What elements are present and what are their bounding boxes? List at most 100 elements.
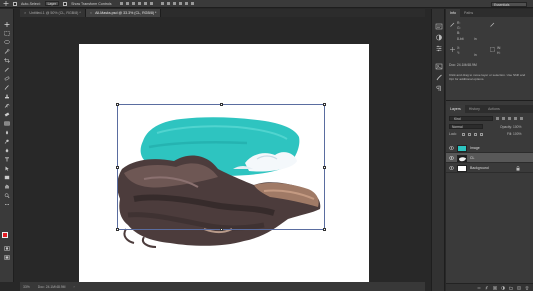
workspace-dropdown[interactable]: Essentials bbox=[491, 1, 527, 7]
tab-layers[interactable]: Layers bbox=[446, 105, 465, 113]
distribute-top-icon[interactable] bbox=[160, 2, 164, 5]
distribute-left-icon[interactable] bbox=[178, 2, 182, 5]
opacity-field[interactable]: Opacity: 100% bbox=[500, 125, 521, 129]
fx-icon[interactable] bbox=[485, 286, 489, 290]
layer-row-background[interactable]: Background bbox=[446, 163, 533, 173]
move-tool[interactable] bbox=[3, 21, 11, 27]
blur-tool[interactable] bbox=[3, 129, 11, 135]
adjustments-panel-button[interactable] bbox=[435, 34, 443, 41]
align-bottom-icon[interactable] bbox=[131, 2, 135, 5]
auto-select-target-dropdown[interactable]: Layer bbox=[44, 1, 60, 6]
adjustment-filter-icon[interactable] bbox=[502, 117, 505, 120]
lock-pixels-icon[interactable] bbox=[468, 132, 471, 136]
distribute-center-icon[interactable] bbox=[184, 2, 188, 5]
pen-tool[interactable] bbox=[3, 147, 11, 153]
trash-icon[interactable] bbox=[525, 285, 529, 290]
fill-field[interactable]: Fill: 100% bbox=[507, 132, 521, 136]
layer-filter-dropdown[interactable]: Kind bbox=[449, 116, 493, 121]
new-layer-icon[interactable] bbox=[517, 285, 521, 290]
layer-row-image[interactable]: Image bbox=[446, 143, 533, 153]
eye-icon[interactable] bbox=[449, 156, 454, 160]
layer-row-cl[interactable]: CL bbox=[446, 153, 533, 163]
tab-actions[interactable]: Actions bbox=[484, 105, 504, 113]
eye-icon[interactable] bbox=[449, 166, 454, 170]
transform-handle[interactable] bbox=[220, 103, 223, 106]
dodge-tool[interactable] bbox=[3, 138, 11, 144]
close-icon[interactable]: × bbox=[90, 9, 92, 17]
add-mask-icon[interactable] bbox=[493, 285, 497, 290]
crop-tool[interactable] bbox=[3, 57, 11, 63]
eyedropper-tool[interactable] bbox=[3, 66, 11, 72]
transform-handle[interactable] bbox=[116, 166, 119, 169]
history-brush-tool[interactable] bbox=[3, 102, 11, 108]
align-left-icon[interactable] bbox=[137, 2, 141, 5]
align-right-icon[interactable] bbox=[149, 2, 153, 5]
foreground-color-swatch[interactable] bbox=[2, 232, 8, 238]
lasso-tool[interactable] bbox=[3, 39, 11, 45]
gradient-tool[interactable] bbox=[3, 120, 11, 126]
tab-info[interactable]: Info bbox=[446, 9, 460, 17]
marquee-tool[interactable] bbox=[3, 30, 11, 36]
align-middle-icon[interactable] bbox=[125, 2, 129, 5]
chevron-right-icon[interactable]: › bbox=[74, 285, 75, 289]
tab-untitled-1[interactable]: × Untitled-1 @ 50% (CL, RGB/8) * bbox=[20, 9, 86, 17]
info-panel-tabs: Info Paths bbox=[446, 9, 533, 17]
transform-handle[interactable] bbox=[220, 228, 223, 231]
transform-handle[interactable] bbox=[323, 103, 326, 106]
shape-tool[interactable] bbox=[3, 174, 11, 180]
lock-all-icon[interactable] bbox=[480, 132, 483, 136]
distribute-bottom-icon[interactable] bbox=[172, 2, 176, 5]
glyphs-panel-button[interactable] bbox=[435, 85, 443, 92]
properties-panel-button[interactable] bbox=[435, 45, 443, 52]
brushes-panel-button[interactable] bbox=[435, 74, 443, 81]
shape-filter-icon[interactable] bbox=[514, 117, 517, 120]
tab-all-masks[interactable]: × All-Masks.psd @ 33.3% (CL, RGB/8) * bbox=[85, 9, 162, 17]
eye-icon[interactable] bbox=[449, 146, 454, 150]
move-tool-icon[interactable] bbox=[3, 1, 9, 6]
transform-handle[interactable] bbox=[323, 228, 326, 231]
transform-handle[interactable] bbox=[323, 166, 326, 169]
quick-mask-button[interactable] bbox=[3, 245, 11, 251]
document-canvas[interactable] bbox=[79, 44, 369, 285]
zoom-level[interactable]: 33% bbox=[23, 285, 30, 289]
hand-tool[interactable] bbox=[3, 183, 11, 189]
type-filter-icon[interactable] bbox=[508, 117, 511, 120]
tab-history[interactable]: History bbox=[465, 105, 484, 113]
show-transform-checkbox[interactable] bbox=[63, 1, 68, 6]
distribute-right-icon[interactable] bbox=[190, 2, 194, 5]
transform-handle[interactable] bbox=[116, 228, 119, 231]
smart-object-filter-icon[interactable] bbox=[520, 117, 523, 120]
transform-bounding-box[interactable] bbox=[116, 103, 326, 231]
transform-handle[interactable] bbox=[116, 103, 119, 106]
align-top-icon[interactable] bbox=[119, 2, 123, 5]
libraries-panel-button[interactable] bbox=[435, 63, 443, 70]
quick-select-tool[interactable] bbox=[3, 48, 11, 54]
pixel-filter-icon[interactable] bbox=[496, 117, 499, 120]
history-icon bbox=[435, 23, 443, 30]
auto-select-checkbox[interactable] bbox=[13, 1, 17, 6]
close-icon[interactable]: × bbox=[24, 9, 26, 17]
adjustment-layer-icon[interactable] bbox=[501, 285, 505, 290]
edit-toolbar[interactable] bbox=[3, 201, 11, 207]
lock-transparency-icon[interactable] bbox=[462, 132, 465, 136]
screen-mode-button[interactable] bbox=[3, 254, 11, 260]
drop-icon bbox=[6, 130, 8, 134]
brush-tool[interactable] bbox=[3, 84, 11, 90]
layers-footer bbox=[446, 283, 533, 291]
type-tool[interactable] bbox=[3, 156, 11, 162]
align-center-icon[interactable] bbox=[143, 2, 147, 5]
dodge-icon bbox=[4, 139, 9, 144]
eraser-tool[interactable] bbox=[3, 111, 11, 117]
history-panel-button[interactable] bbox=[435, 23, 443, 30]
canvas-area[interactable] bbox=[20, 17, 425, 285]
lock-position-icon[interactable] bbox=[474, 132, 477, 136]
link-layers-icon[interactable] bbox=[477, 286, 481, 290]
path-selection-tool[interactable] bbox=[3, 165, 11, 171]
clone-stamp-tool[interactable] bbox=[3, 93, 11, 99]
healing-brush-tool[interactable] bbox=[3, 75, 11, 81]
blend-mode-dropdown[interactable]: Normal bbox=[449, 124, 483, 129]
folder-icon[interactable] bbox=[509, 286, 513, 290]
tab-paths[interactable]: Paths bbox=[460, 9, 477, 17]
distribute-middle-icon[interactable] bbox=[166, 2, 170, 5]
zoom-tool[interactable] bbox=[3, 192, 11, 198]
